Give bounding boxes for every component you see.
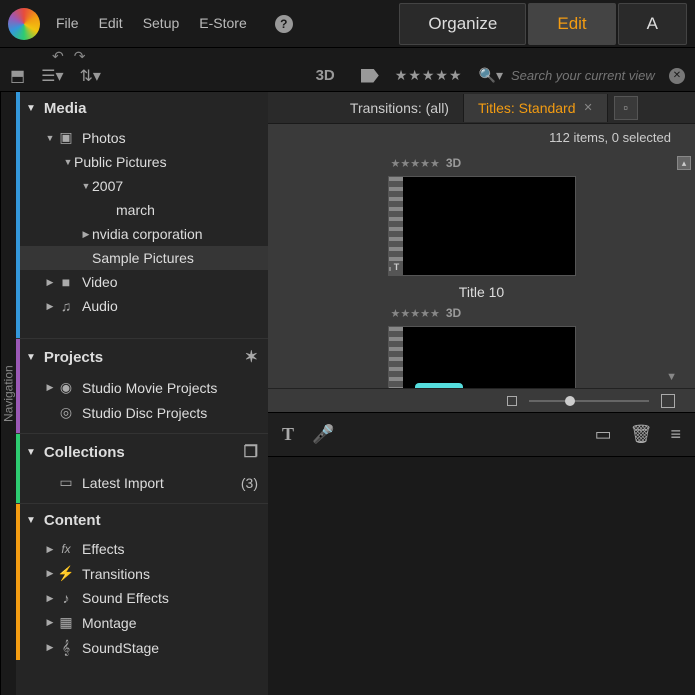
tree-photos[interactable]: ▼▣Photos xyxy=(16,125,268,150)
search-icon[interactable]: 🔍▾ xyxy=(479,67,503,84)
more-tool-icon[interactable]: ≡ xyxy=(670,424,681,445)
tab-titles[interactable]: Titles: Standard✕ xyxy=(464,94,608,122)
import-icon[interactable]: ⬒ xyxy=(10,66,25,86)
tree-march[interactable]: march xyxy=(16,198,268,222)
mic-tool-icon[interactable]: 🎤 xyxy=(312,424,334,445)
tree-2007[interactable]: ▼2007 xyxy=(16,174,268,198)
tree-nvidia[interactable]: ▶nvidia corporation xyxy=(16,222,268,246)
item-title: Title 10 xyxy=(459,284,504,300)
trash-icon[interactable]: 🗑 xyxy=(630,424,653,445)
add-tab-button[interactable]: ▫ xyxy=(614,96,638,120)
music-icon: ♫ xyxy=(56,298,76,314)
thumb-small-icon[interactable] xyxy=(507,396,517,406)
rating-filter[interactable]: ★★★★★ xyxy=(395,67,463,84)
tag-icon[interactable] xyxy=(361,69,379,83)
tree-audio[interactable]: ▶♫Audio xyxy=(16,294,268,318)
mode-edit[interactable]: Edit xyxy=(528,3,615,45)
tree-movie-projects[interactable]: ▶◉Studio Movie Projects xyxy=(16,375,268,400)
section-content[interactable]: ▼ Content xyxy=(16,504,268,537)
thumbnail[interactable]: T xyxy=(388,326,576,388)
caret-down-icon: ▼ xyxy=(26,515,36,526)
sort-icon[interactable]: ⇅▾ xyxy=(80,66,101,86)
browser-item[interactable]: ★★★★★3D T Title 10 xyxy=(268,156,695,300)
video-icon: ■ xyxy=(56,274,76,290)
treble-icon: 𝄞 xyxy=(56,639,76,656)
menu-edit[interactable]: Edit xyxy=(99,15,123,33)
tree-disc-projects[interactable]: ◎Studio Disc Projects xyxy=(16,400,268,425)
thumb-size-slider[interactable] xyxy=(529,400,649,402)
menu-file[interactable]: File xyxy=(56,15,79,33)
sidebar: ▼ Media ▼▣Photos ▼Public Pictures ▼2007 … xyxy=(16,92,268,695)
3d-toggle[interactable]: 3D xyxy=(316,67,335,84)
disc-icon: ◎ xyxy=(56,404,76,421)
folder-icon: ▭ xyxy=(56,474,76,491)
title-badge-icon: T xyxy=(391,261,403,273)
reel-icon[interactable]: ✶ xyxy=(245,347,258,367)
tree-transitions[interactable]: ▶⚡Transitions xyxy=(16,561,268,586)
filmstrip-icon xyxy=(389,327,403,388)
section-collections[interactable]: ▼ Collections ❐ xyxy=(16,434,268,470)
tree-sample-pictures[interactable]: Sample Pictures xyxy=(16,246,268,270)
section-media[interactable]: ▼ Media xyxy=(16,92,268,125)
fx-icon: fx xyxy=(56,542,76,556)
menu-estore[interactable]: E-Store xyxy=(199,15,246,33)
caret-down-icon: ▼ xyxy=(26,103,36,114)
search-input[interactable] xyxy=(511,68,661,83)
star-rating[interactable]: ★★★★★ xyxy=(391,157,440,170)
scroll-top-icon[interactable]: ▴ xyxy=(677,156,691,170)
mode-organize[interactable]: Organize xyxy=(399,3,526,45)
grid-icon: ▦ xyxy=(56,614,76,631)
undo-icon[interactable]: ↶ xyxy=(52,48,64,65)
tab-transitions[interactable]: Transitions: (all) xyxy=(336,94,464,122)
reel-icon: ◉ xyxy=(56,379,76,396)
timeline-area[interactable] xyxy=(268,456,695,695)
list-icon[interactable]: ☰▾ xyxy=(41,66,63,86)
thumbnail[interactable]: T xyxy=(388,176,576,276)
tree-public-pictures[interactable]: ▼Public Pictures xyxy=(16,150,268,174)
stack-icon[interactable]: ❐ xyxy=(244,442,258,462)
app-logo[interactable] xyxy=(8,8,40,40)
caret-down-icon: ▼ xyxy=(26,447,36,458)
mode-author[interactable]: A xyxy=(618,3,687,45)
tree-montage[interactable]: ▶▦Montage xyxy=(16,610,268,635)
help-icon[interactable]: ? xyxy=(275,15,293,33)
tree-effects[interactable]: ▶fxEffects xyxy=(16,537,268,561)
status-text: 112 items, 0 selected xyxy=(268,124,695,150)
clear-search-icon[interactable]: ✕ xyxy=(669,68,685,84)
menu-setup[interactable]: Setup xyxy=(143,15,180,33)
tree-soundstage[interactable]: ▶𝄞SoundStage xyxy=(16,635,268,660)
content-area: march Transitions: (all) Titles: Standar… xyxy=(268,92,695,695)
tree-video[interactable]: ▶■Video xyxy=(16,270,268,294)
browser-item[interactable]: ★★★★★3D T Title Animal 04 xyxy=(268,306,695,388)
camera-icon: ▣ xyxy=(56,129,76,146)
caret-down-icon: ▼ xyxy=(26,352,36,363)
collapse-arrow-icon[interactable]: ▼ xyxy=(666,371,677,383)
close-tab-icon[interactable]: ✕ xyxy=(584,101,593,114)
tree-latest-import[interactable]: ▭Latest Import(3) xyxy=(16,470,268,495)
bolt-icon: ⚡ xyxy=(56,565,76,582)
section-projects[interactable]: ▼ Projects ✶ xyxy=(16,339,268,375)
save-tool-icon[interactable]: ▭ xyxy=(595,424,612,445)
navigation-label: Navigation xyxy=(0,92,16,695)
star-rating[interactable]: ★★★★★ xyxy=(391,307,440,320)
thumb-large-icon[interactable] xyxy=(661,394,675,408)
note-icon: ♪ xyxy=(56,590,76,606)
tree-sound-effects[interactable]: ▶♪Sound Effects xyxy=(16,586,268,610)
text-tool-icon[interactable]: T xyxy=(282,424,294,445)
redo-icon[interactable]: ↷ xyxy=(74,48,86,65)
